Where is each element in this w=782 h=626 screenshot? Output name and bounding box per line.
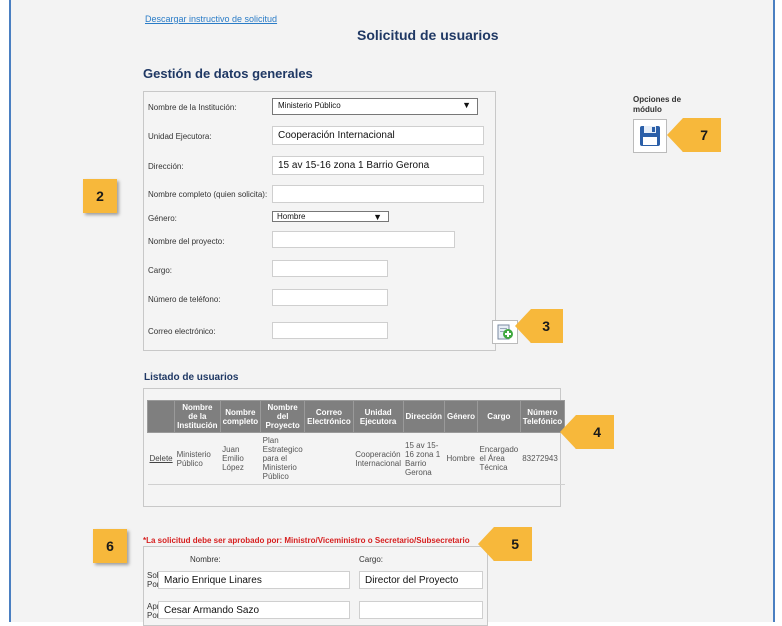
add-user-button[interactable]: [492, 320, 518, 344]
direccion-input[interactable]: 15 av 15-16 zona 1 Barrio Gerona: [272, 156, 484, 175]
institution-select-value: Ministerio Público: [278, 101, 341, 110]
dropdown-arrow-icon: ▼: [373, 212, 382, 222]
col-header-institucion: Nombre de la Institución: [174, 400, 221, 433]
correo-input[interactable]: [272, 322, 388, 339]
approval-form: Nombre: Cargo: Solicitado Por: Mario Enr…: [143, 546, 488, 626]
col-header-cargo: Cargo: [477, 400, 521, 433]
table-row: Delete Ministerio Público Juan Emilio Ló…: [147, 432, 565, 485]
user-list-box: Nombre de la Institución Nombre completo…: [143, 388, 566, 507]
dropdown-arrow-icon: ▼: [462, 100, 471, 110]
col-header-action: [146, 400, 176, 433]
solicitado-cargo-input[interactable]: Director del Proyecto: [359, 571, 483, 589]
telefono-label: Número de teléfono:: [148, 295, 221, 304]
approval-col-cargo: Cargo:: [359, 555, 384, 564]
cell-direccion: 15 av 15-16 zona 1 Barrio Gerona: [403, 432, 445, 485]
user-list-title: Listado de usuarios: [144, 372, 239, 383]
save-button[interactable]: [633, 119, 667, 153]
direccion-label: Dirección:: [148, 162, 184, 171]
floppy-disk-icon: [640, 126, 660, 146]
page-title: Solicitud de usuarios: [357, 27, 499, 43]
module-options-label: Opciones de módulo: [633, 95, 682, 114]
add-document-icon: [497, 324, 513, 340]
institution-label: Nombre de la Institución:: [148, 103, 237, 112]
correo-label: Correo electrónico:: [148, 327, 216, 336]
cargo-input[interactable]: [272, 260, 388, 277]
section-title-general: Gestión de datos generales: [143, 66, 313, 81]
aprobado-cargo-input[interactable]: [359, 601, 483, 619]
cell-action: Delete: [147, 432, 175, 485]
table-header-row: Nombre de la Institución Nombre completo…: [146, 400, 566, 433]
cell-unidad: Cooperación Internacional: [353, 432, 404, 485]
col-header-nombre: Nombre completo: [219, 400, 262, 433]
aprobado-nombre-input[interactable]: Cesar Armando Sazo: [158, 601, 350, 619]
col-header-telefono: Número Telefónico: [519, 400, 566, 433]
col-header-direccion: Dirección: [402, 400, 446, 433]
col-header-proyecto: Nombre del Proyecto: [260, 400, 306, 433]
proyecto-label: Nombre del proyecto:: [148, 237, 225, 246]
cell-telefono: 83272943: [520, 432, 565, 485]
cell-nombre: Juan Emilio López: [220, 432, 261, 485]
cargo-label: Cargo:: [148, 266, 173, 275]
general-data-form: Nombre de la Institución: Ministerio Púb…: [143, 91, 496, 351]
download-instructions-link[interactable]: Descargar instructivo de solicitud: [145, 14, 277, 24]
col-header-correo: Correo Electrónico: [304, 400, 354, 433]
approval-warning: *La solicitud debe ser aprobado por: Min…: [143, 536, 470, 545]
nombre-input[interactable]: [272, 185, 484, 203]
cell-correo: [304, 432, 354, 485]
callout-6: 6: [93, 529, 127, 563]
cell-proyecto: Plan Estrategico para el Ministerio Públ…: [260, 432, 305, 485]
solicitado-nombre-input[interactable]: Mario Enrique Linares: [158, 571, 350, 589]
genero-select-value: Hombre: [277, 212, 306, 221]
cell-genero: Hombre: [444, 432, 478, 485]
callout-2: 2: [83, 179, 117, 213]
telefono-input[interactable]: [272, 289, 388, 306]
proyecto-input[interactable]: [272, 231, 455, 248]
unidad-input[interactable]: Cooperación Internacional: [272, 126, 484, 145]
cell-cargo: Encargado el Área Técnica: [477, 432, 521, 485]
genero-label: Género:: [148, 214, 177, 223]
cell-institucion: Ministerio Público: [174, 432, 221, 485]
institution-select[interactable]: Ministerio Público ▼: [272, 98, 478, 115]
approval-col-nombre: Nombre:: [190, 555, 221, 564]
col-header-genero: Género: [443, 400, 479, 433]
nombre-label: Nombre completo (quien solicita):: [148, 190, 268, 199]
delete-link[interactable]: Delete: [150, 454, 173, 463]
user-table: Nombre de la Institución Nombre completo…: [146, 400, 566, 485]
genero-select[interactable]: Hombre ▼: [272, 211, 389, 222]
col-header-unidad: Unidad Ejecutora: [352, 400, 404, 433]
unidad-label: Unidad Ejecutora:: [148, 132, 212, 141]
